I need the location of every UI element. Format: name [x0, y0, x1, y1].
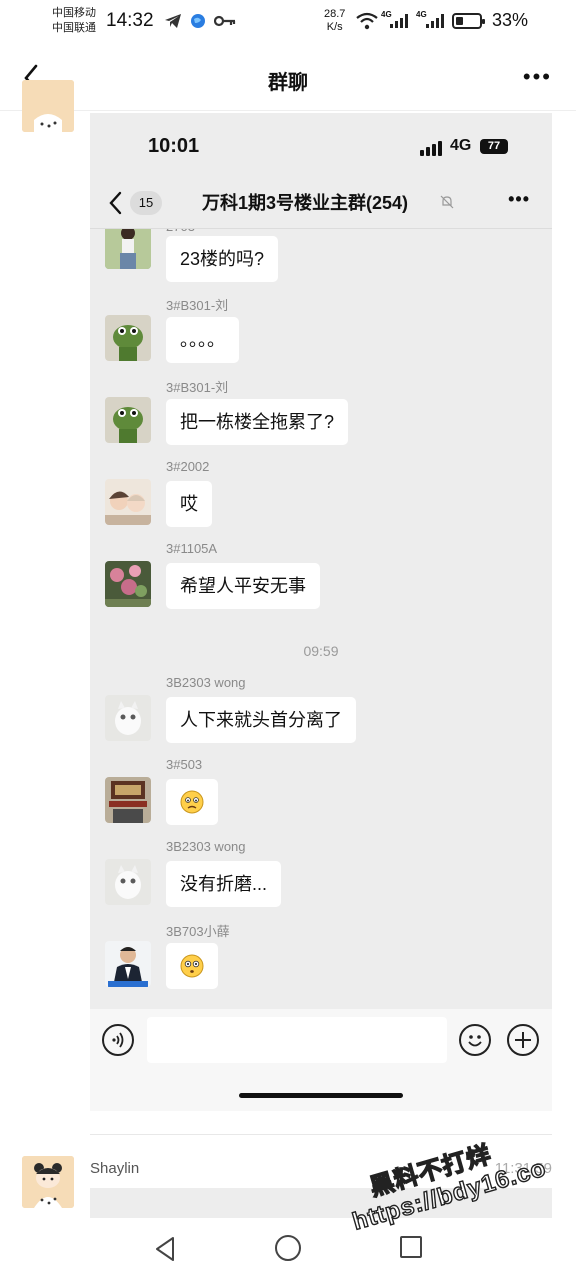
chat-back-icon — [109, 191, 122, 215]
mute-bell-icon — [440, 195, 454, 209]
battery-fill — [456, 17, 463, 25]
sender-avatar — [105, 229, 151, 269]
sender-name: 3#1105A — [166, 541, 218, 556]
chat-timestamp: 09:59 — [303, 643, 339, 659]
message-list: 2703 23楼的吗? 3#B301-刘 。。。。 3#B301-刘 把一栋楼全… — [90, 229, 552, 1009]
sender-avatar — [105, 397, 151, 443]
add-icon — [507, 1024, 539, 1056]
avatar-image — [22, 80, 74, 132]
embedded-battery: 77 — [480, 139, 508, 154]
avatar[interactable] — [22, 80, 74, 132]
sender-name: 2703 — [166, 229, 195, 234]
embedded-network-type: 4G — [450, 137, 472, 154]
sender-avatar — [105, 859, 151, 905]
sender-avatar — [105, 315, 151, 361]
wifi-icon — [356, 12, 378, 30]
sender-avatar — [105, 777, 151, 823]
nav-divider — [0, 110, 576, 111]
sender-avatar — [105, 479, 151, 525]
status-time: 14:32 — [106, 10, 154, 31]
flushed-face-icon — [180, 954, 204, 978]
chat-title: 万科1期3号楼业主群(254) — [202, 193, 409, 213]
signal-icon-1 — [390, 12, 408, 28]
signal-icon-2 — [426, 12, 444, 28]
embedded-status-bar: 10:01 4G 77 — [90, 113, 552, 175]
message-bubble: 人下来就头首分离了 — [166, 697, 356, 743]
unread-count-badge: 15 — [130, 191, 162, 215]
message-bubble: 把一栋楼全拖累了? — [166, 399, 349, 445]
system-nav-bar — [0, 1220, 576, 1280]
status-bar: 中国移动 中国联通 14:32 28.7 K/s 4G 4G 33% — [0, 0, 576, 44]
carrier-1: 中国移动 — [52, 7, 96, 19]
message-bubble: 哎 — [166, 481, 212, 527]
top-nav: 群聊 ••• — [0, 50, 576, 106]
message-bubble — [166, 779, 218, 825]
network-speed-unit: K/s — [326, 21, 343, 33]
message-bubble: 希望人平安无事 — [166, 563, 320, 609]
sender-avatar — [105, 941, 151, 987]
page-title: 群聊 — [268, 72, 308, 94]
avatar-image — [22, 1156, 74, 1208]
emoji-icon — [459, 1024, 491, 1056]
shared-screenshot[interactable]: 10:01 4G 77 15 万科1期3号楼业主群(254) ••• 2703 … — [90, 113, 552, 1111]
network-speed: 28.7 K/s — [324, 8, 345, 34]
status-app-icons — [164, 12, 236, 30]
embedded-signal-icon — [420, 141, 442, 156]
avatar[interactable] — [22, 1156, 74, 1208]
telegram-icon — [165, 14, 181, 28]
input-bar — [90, 1009, 552, 1111]
key-icon — [214, 15, 236, 27]
sender-name: 3#B301-刘 — [166, 298, 229, 313]
chat-more-icon: ••• — [508, 189, 530, 209]
voice-input-icon — [102, 1024, 134, 1056]
sender-name: 3#B301-刘 — [166, 380, 229, 395]
nav-home-icon[interactable] — [275, 1235, 301, 1261]
chat-header: 15 万科1期3号楼业主群(254) ••• — [90, 183, 552, 227]
message-bubble — [166, 943, 218, 989]
worried-face-icon — [180, 790, 204, 814]
carrier-2: 中国联通 — [52, 22, 96, 34]
carrier-info: 中国移动 中国联通 — [52, 6, 96, 36]
embedded-status-time: 10:01 — [148, 135, 200, 157]
battery-icon — [452, 13, 485, 29]
nav-back-icon[interactable] — [154, 1236, 176, 1262]
sender-name: 3B703小薛 — [166, 924, 230, 939]
message-bubble: 。。。。 — [166, 317, 239, 363]
sender-name: 3#503 — [166, 757, 203, 772]
sender-name: 3B2303 wong — [166, 839, 246, 854]
sender-avatar — [105, 695, 151, 741]
message-bubble: 没有折磨... — [166, 861, 282, 907]
more-options-icon[interactable]: ••• — [523, 64, 552, 90]
sender-name: 3#2002 — [166, 459, 210, 474]
message-bubble: 23楼的吗? — [166, 236, 279, 282]
home-indicator — [239, 1093, 403, 1098]
message-input — [147, 1017, 447, 1063]
globe-icon — [191, 14, 205, 28]
sender-avatar — [105, 561, 151, 607]
network-speed-value: 28.7 — [324, 8, 346, 20]
sender-name: 3B2303 wong — [166, 675, 246, 690]
battery-percent: 33% — [492, 10, 529, 30]
sender-name[interactable]: Shaylin — [90, 1160, 139, 1177]
